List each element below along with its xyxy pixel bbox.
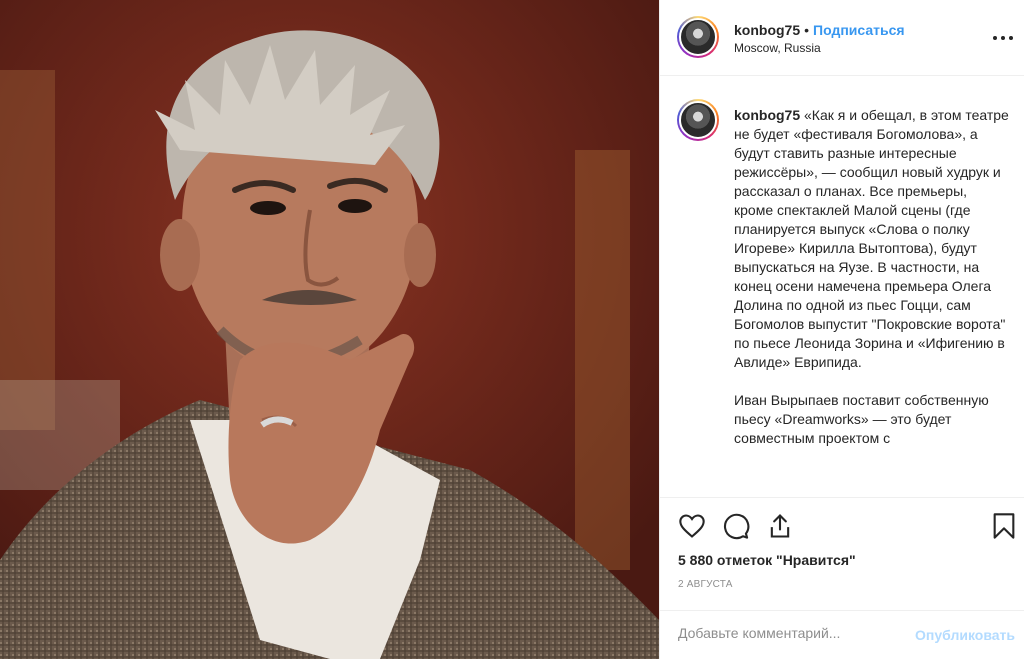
caption-text-1: «Как я и обещал, в этом театре не будет …	[734, 107, 1009, 370]
comments-section: konbog75 «Как я и обещал, в этом театре …	[660, 77, 1024, 497]
post-location[interactable]: Moscow, Russia	[734, 41, 821, 55]
like-count[interactable]: 5 880 отметок "Нравится"	[678, 552, 856, 568]
comment-bar: Опубликовать	[660, 610, 1024, 659]
post-photo[interactable]	[0, 0, 659, 659]
caption-text-2: Иван Вырыпаев поставит собственную пьесу…	[734, 392, 989, 446]
post-date[interactable]: 2 августа	[678, 579, 733, 590]
post-caption: konbog75 «Как я и обещал, в этом театре …	[734, 106, 1009, 467]
follow-button[interactable]: Подписаться	[813, 22, 905, 38]
share-icon[interactable]	[766, 512, 794, 540]
portrait-illustration	[0, 0, 659, 659]
post-actions: 5 880 отметок "Нравится" 2 августа Опубл…	[660, 497, 1024, 659]
author-username[interactable]: konbog75	[734, 22, 800, 38]
author-avatar[interactable]	[677, 16, 719, 58]
post-sidebar: konbog75 • Подписаться Moscow, Russia konb…	[659, 0, 1024, 659]
more-options-icon[interactable]	[993, 30, 1013, 46]
comment-icon[interactable]	[722, 512, 750, 540]
post-header: konbog75 • Подписаться Moscow, Russia	[660, 0, 1024, 76]
separator-dot: •	[804, 22, 810, 38]
comment-input[interactable]	[678, 625, 908, 641]
caption-username[interactable]: konbog75	[734, 107, 800, 123]
publish-button[interactable]: Опубликовать	[915, 627, 1015, 643]
bookmark-icon[interactable]	[990, 512, 1018, 540]
heart-icon[interactable]	[678, 512, 706, 540]
caption-avatar[interactable]	[677, 99, 719, 141]
